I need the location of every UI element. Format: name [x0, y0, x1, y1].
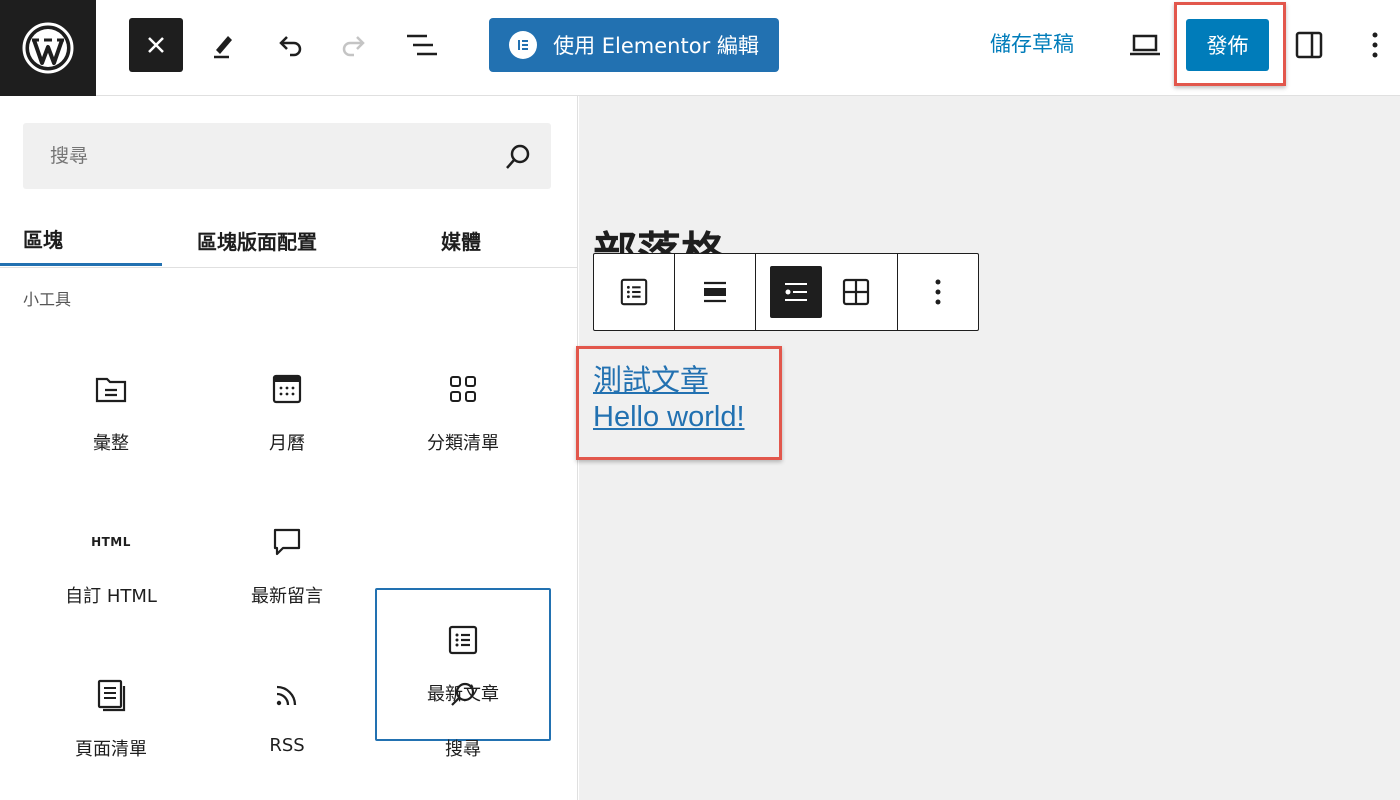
block-options-button[interactable]: [912, 266, 964, 318]
list-view-toggle-button[interactable]: [770, 266, 822, 318]
edit-with-elementor-label: 使用 Elementor 編輯: [553, 34, 759, 58]
page-list-icon: [95, 677, 127, 713]
html-icon: HTML: [91, 535, 131, 549]
rss-icon: [271, 677, 303, 713]
post-link[interactable]: 測試文章: [593, 357, 709, 399]
block-label: 分類清單: [427, 433, 499, 454]
more-vertical-icon: [1372, 32, 1378, 58]
undo-icon: [279, 36, 302, 57]
block-label: 彙整: [93, 433, 129, 454]
categories-grid-icon: [447, 371, 479, 407]
align-button[interactable]: [689, 266, 741, 318]
block-rss[interactable]: RSS: [199, 645, 375, 798]
block-categories[interactable]: 分類清單: [375, 339, 551, 492]
tools-button[interactable]: [196, 18, 250, 72]
block-label: 搜尋: [445, 739, 481, 760]
grid-view-toggle-button[interactable]: [830, 266, 882, 318]
close-icon: [148, 37, 164, 53]
toolbar-divider: [897, 254, 898, 330]
settings-button[interactable]: [1282, 18, 1336, 72]
block-inserter-panel: 區塊 區塊版面配置 媒體 小工具 彙整 月曆: [0, 96, 578, 800]
post-link[interactable]: Hello world!: [593, 401, 745, 434]
block-toolbar: [593, 253, 979, 331]
edit-with-elementor-button[interactable]: 使用 Elementor 編輯: [489, 18, 779, 72]
preview-button[interactable]: [1118, 18, 1172, 72]
tabs-divider: [0, 267, 578, 268]
redo-icon: [342, 36, 365, 57]
sidebar-toggle-icon: [1295, 31, 1323, 59]
search-icon[interactable]: [503, 142, 533, 172]
list-view-icon: [785, 283, 807, 301]
block-search[interactable]: 搜尋: [375, 645, 551, 798]
comment-icon: [271, 524, 303, 560]
calendar-icon: [271, 371, 303, 407]
editor-header: 使用 Elementor 編輯 儲存草稿 發佈: [0, 0, 1400, 96]
block-custom-html[interactable]: HTML 自訂 HTML: [23, 492, 199, 645]
undo-button[interactable]: [262, 18, 316, 72]
latest-posts-highlight-frame: 測試文章 Hello world!: [576, 346, 782, 460]
block-label: 月曆: [269, 433, 305, 454]
block-calendar[interactable]: 月曆: [199, 339, 375, 492]
block-label: 自訂 HTML: [65, 586, 157, 607]
block-latest-comments[interactable]: 最新留言: [199, 492, 375, 645]
toolbar-divider: [755, 254, 756, 330]
align-wide-icon: [704, 281, 726, 303]
block-search: [23, 123, 551, 189]
tab-media[interactable]: 媒體: [352, 214, 570, 266]
publish-button[interactable]: 發佈: [1186, 19, 1269, 71]
document-overview-button[interactable]: [394, 18, 448, 72]
wordpress-logo-icon[interactable]: [0, 0, 96, 96]
options-button[interactable]: [1348, 18, 1400, 72]
save-draft-button[interactable]: 儲存草稿: [990, 28, 1074, 58]
laptop-icon: [1130, 34, 1160, 56]
block-label: 頁面清單: [75, 739, 147, 760]
block-page-list[interactable]: 頁面清單: [23, 645, 199, 798]
block-type-button[interactable]: [608, 266, 660, 318]
tab-patterns[interactable]: 區塊版面配置: [162, 214, 352, 266]
category-label: 小工具: [23, 290, 72, 309]
tab-blocks[interactable]: 區塊: [0, 214, 162, 266]
elementor-icon: [509, 31, 538, 59]
block-search-input[interactable]: [23, 123, 493, 189]
block-archives[interactable]: 彙整: [23, 339, 199, 492]
archive-folder-icon: [94, 371, 128, 407]
more-vertical-icon: [935, 279, 941, 305]
pencil-icon: [214, 36, 232, 59]
block-label: RSS: [269, 735, 305, 756]
toolbar-divider: [674, 254, 675, 330]
list-view-icon: [407, 34, 437, 56]
search-icon: [447, 677, 479, 713]
block-label: 最新留言: [251, 586, 323, 607]
close-inserter-button[interactable]: [129, 18, 183, 72]
grid-view-icon: [842, 278, 870, 306]
editor-canvas: 部落格 測試文章 Hello world!: [576, 96, 1400, 800]
redo-button[interactable]: [328, 18, 382, 72]
post-list-icon: [620, 278, 648, 306]
